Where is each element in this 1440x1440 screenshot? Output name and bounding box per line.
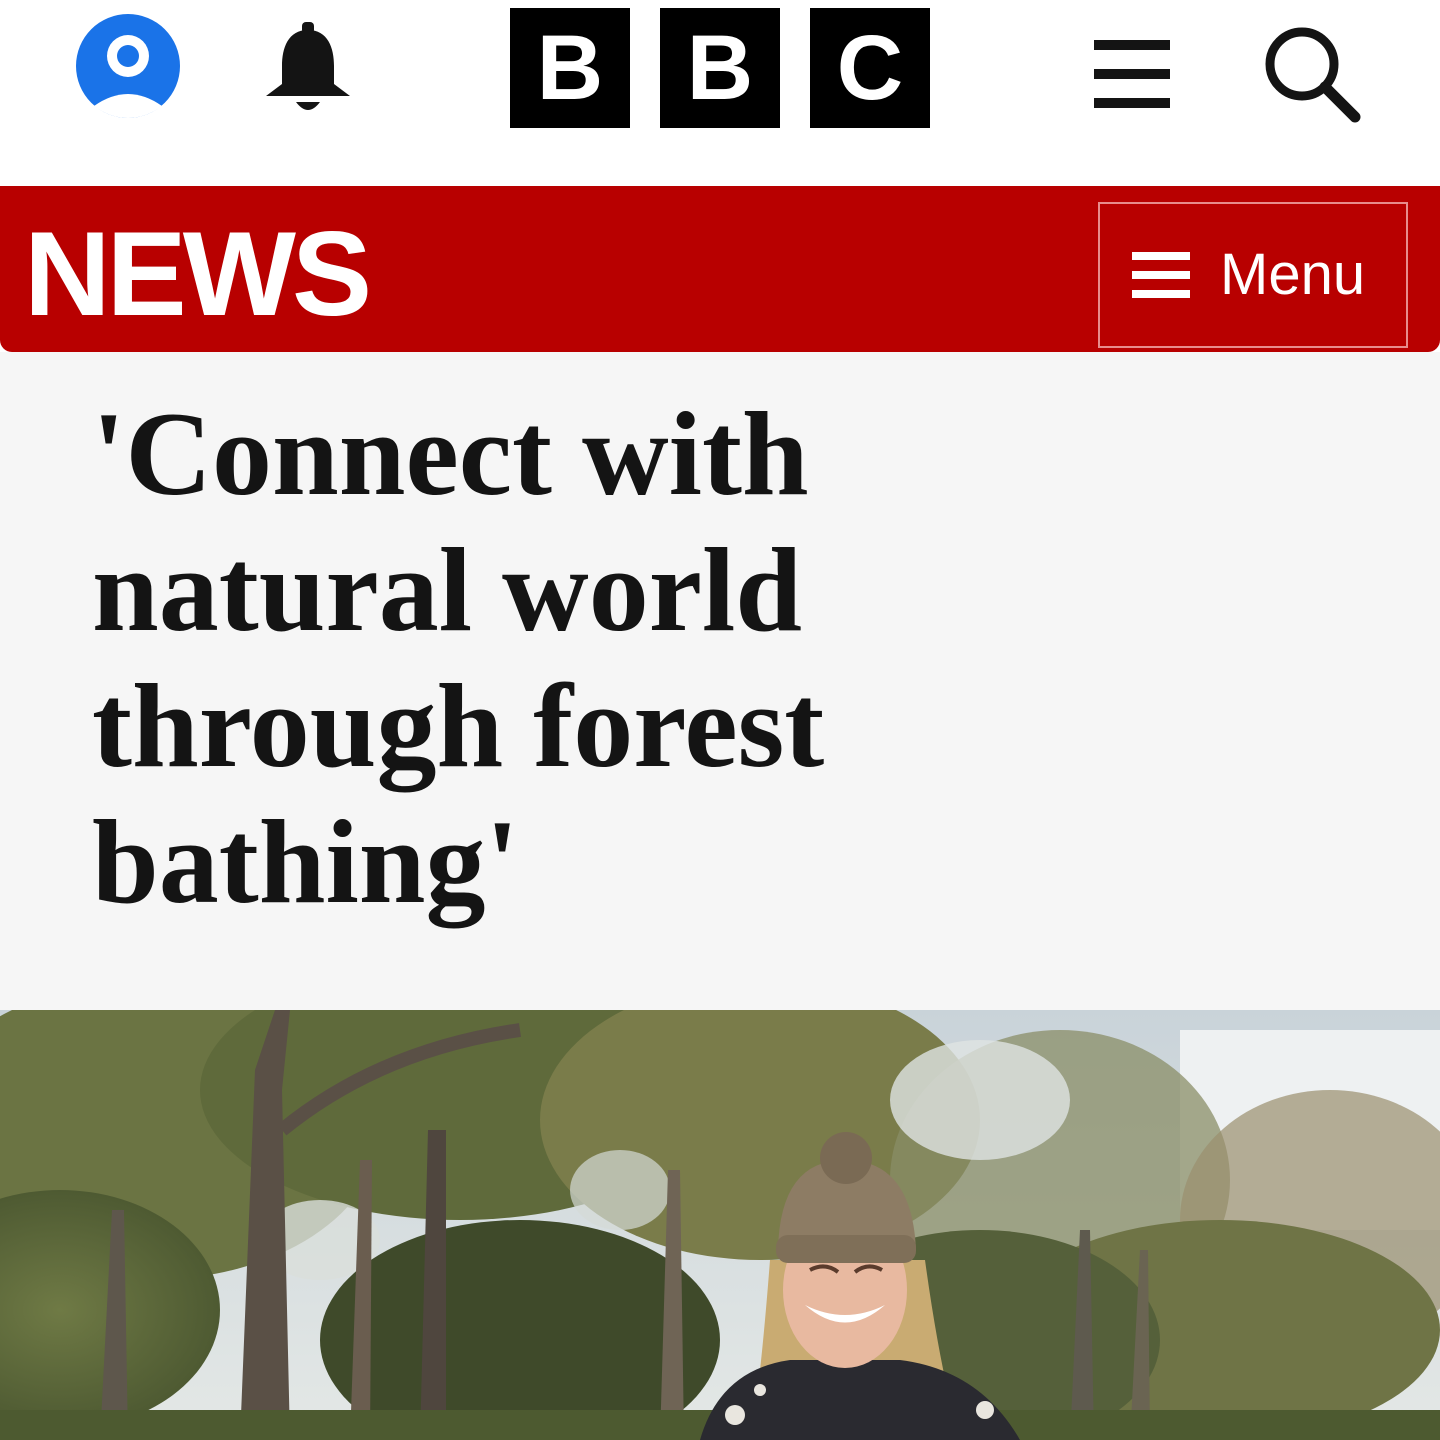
bbc-logo-block: C — [810, 8, 930, 128]
search-button[interactable] — [1262, 24, 1362, 124]
news-menu-button[interactable]: Menu — [1098, 202, 1408, 348]
bell-icon — [266, 22, 350, 110]
news-bar: NEWS Menu — [0, 186, 1440, 352]
account-icon — [76, 14, 180, 118]
bbc-logo-letter: C — [836, 17, 904, 119]
bbc-top-bar: B B C — [0, 0, 1440, 186]
menu-lines-icon — [1132, 252, 1190, 298]
menu-label: Menu — [1220, 242, 1366, 307]
account-button[interactable] — [72, 14, 184, 118]
notifications-button[interactable] — [262, 22, 354, 118]
forest-photo — [0, 1010, 1440, 1440]
bbc-logo-letter: B — [686, 17, 754, 119]
bbc-logo-letter: B — [536, 17, 604, 119]
news-wordmark[interactable]: NEWS — [24, 214, 372, 334]
article-hero-image — [0, 1010, 1440, 1440]
bbc-logo-block: B — [660, 8, 780, 128]
hamburger-icon — [1094, 40, 1170, 108]
article-header: 'Connect with natural world through fore… — [0, 352, 1440, 1010]
article-headline: 'Connect with natural world through fore… — [92, 387, 825, 928]
search-icon — [1265, 27, 1361, 123]
bbc-logo-block: B — [510, 8, 630, 128]
bbc-logo[interactable]: B B C — [510, 8, 930, 128]
more-menu-button[interactable] — [1094, 38, 1170, 110]
